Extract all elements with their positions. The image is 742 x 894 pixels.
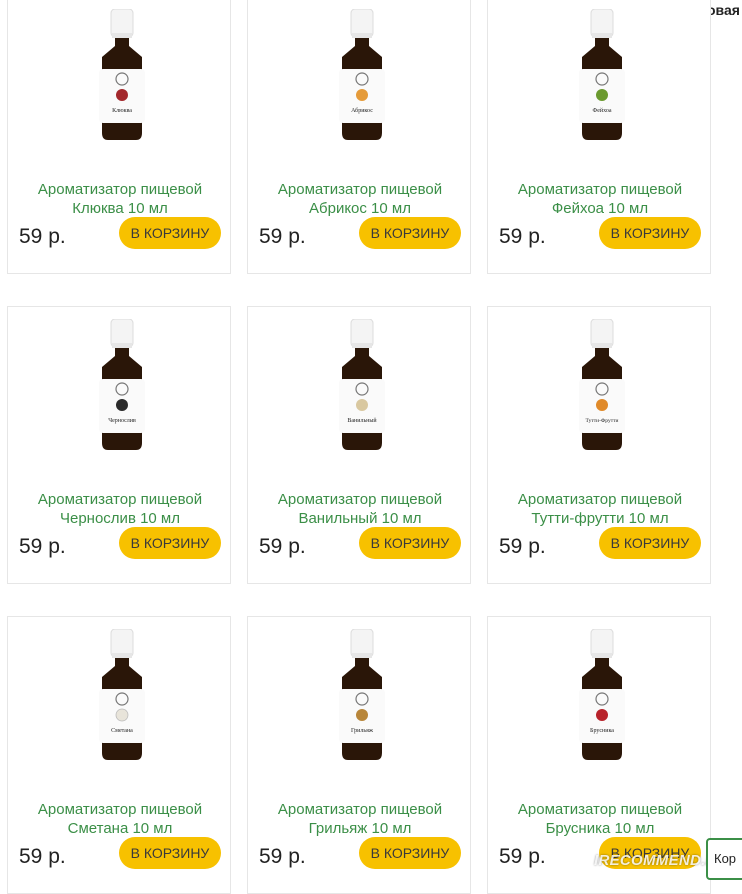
add-to-cart-button[interactable]: В КОРЗИНУ [599, 217, 701, 249]
product-price: 59 р. [259, 225, 306, 248]
add-to-cart-button[interactable]: В КОРЗИНУ [599, 527, 701, 559]
product-card[interactable]: Чернослив Ароматизатор пищевой Чернослив… [7, 306, 231, 584]
product-name-line1[interactable]: Ароматизатор пищевой [248, 180, 472, 199]
product-card[interactable]: Сметана Ароматизатор пищевой Сметана 10 … [7, 616, 231, 894]
product-price: 59 р. [19, 225, 66, 248]
bottle-label-text: Чернослив [108, 418, 136, 424]
product-image[interactable]: Тутти-Фрутти [574, 319, 630, 451]
product-price: 59 р. [259, 535, 306, 558]
product-name-line1[interactable]: Ароматизатор пищевой [488, 490, 712, 509]
add-to-cart-button[interactable]: В КОРЗИНУ [359, 217, 461, 249]
product-price: 59 р. [499, 535, 546, 558]
product-image[interactable]: Фейхоа [574, 9, 630, 141]
product-name-line2[interactable]: Сметана 10 мл [8, 819, 232, 838]
product-name-line1[interactable]: Ароматизатор пищевой [248, 800, 472, 819]
product-name-line1[interactable]: Ароматизатор пищевой [488, 800, 712, 819]
bottle-icon: Чернослив [99, 319, 145, 450]
bottle-label-text: Тутти-Фрутти [586, 418, 619, 424]
product-image[interactable]: Сметана [94, 629, 150, 761]
product-name-line2[interactable]: Тутти-фрутти 10 мл [488, 509, 712, 528]
product-price: 59 р. [259, 845, 306, 868]
product-name[interactable]: Ароматизатор пищевой Ванильный 10 мл [248, 490, 472, 528]
product-name-line2[interactable]: Грильяж 10 мл [248, 819, 472, 838]
cart-edge-button[interactable]: Кор [706, 838, 742, 880]
product-name-line2[interactable]: Ванильный 10 мл [248, 509, 472, 528]
bottle-icon: Ванильный [339, 319, 385, 450]
product-name-line1[interactable]: Ароматизатор пищевой [8, 800, 232, 819]
add-to-cart-button[interactable]: В КОРЗИНУ [119, 527, 221, 559]
bottle-icon: Сметана [99, 629, 145, 760]
product-name-line1[interactable]: Ароматизатор пищевой [248, 490, 472, 509]
bottle-label-text: Грильяж [351, 728, 374, 734]
add-to-cart-button[interactable]: В КОРЗИНУ [119, 217, 221, 249]
product-name[interactable]: Ароматизатор пищевой Фейхоа 10 мл [488, 180, 712, 218]
product-name[interactable]: Ароматизатор пищевой Тутти-фрутти 10 мл [488, 490, 712, 528]
product-card[interactable]: Ванильный Ароматизатор пищевой Ванильный… [247, 306, 471, 584]
bottle-label-text: Ванильный [347, 417, 377, 424]
bottle-label-text: Фейхоа [592, 107, 611, 114]
product-card[interactable]: Грильяж Ароматизатор пищевой Грильяж 10 … [247, 616, 471, 894]
bottle-label-text: Сметана [111, 728, 133, 734]
bottle-label-text: Клюква [112, 108, 132, 114]
product-name[interactable]: Ароматизатор пищевой Чернослив 10 мл [8, 490, 232, 528]
product-name[interactable]: Ароматизатор пищевой Абрикос 10 мл [248, 180, 472, 218]
product-image[interactable]: Грильяж [334, 629, 390, 761]
product-name-line2[interactable]: Клюква 10 мл [8, 199, 232, 218]
product-name-line1[interactable]: Ароматизатор пищевой [8, 490, 232, 509]
product-name-line1[interactable]: Ароматизатор пищевой [8, 180, 232, 199]
product-name-line2[interactable]: Абрикос 10 мл [248, 199, 472, 218]
product-price: 59 р. [499, 845, 546, 868]
product-price: 59 р. [499, 225, 546, 248]
product-card[interactable]: Абрикос Ароматизатор пищевой Абрикос 10 … [247, 0, 471, 274]
product-name[interactable]: Ароматизатор пищевой Брусника 10 мл [488, 800, 712, 838]
product-price: 59 р. [19, 535, 66, 558]
product-card[interactable]: Клюква Ароматизатор пищевой Клюква 10 мл… [7, 0, 231, 274]
add-to-cart-button[interactable]: В КОРЗИНУ [359, 837, 461, 869]
bottle-icon: Грильяж [339, 629, 385, 760]
add-to-cart-button[interactable]: В КОРЗИНУ [359, 527, 461, 559]
product-image[interactable]: Брусника [574, 629, 630, 761]
bottle-label-text: Абрикос [351, 107, 373, 114]
product-name[interactable]: Ароматизатор пищевой Клюква 10 мл [8, 180, 232, 218]
bottle-label-text: Брусника [590, 728, 614, 734]
bottle-icon: Клюква [99, 9, 145, 140]
product-image[interactable]: Клюква [94, 9, 150, 141]
product-name[interactable]: Ароматизатор пищевой Сметана 10 мл [8, 800, 232, 838]
product-card[interactable]: Фейхоа Ароматизатор пищевой Фейхоа 10 мл… [487, 0, 711, 274]
product-name-line2[interactable]: Фейхоа 10 мл [488, 199, 712, 218]
bottle-icon: Абрикос [339, 9, 385, 140]
product-name-line2[interactable]: Чернослив 10 мл [8, 509, 232, 528]
bottle-icon: Брусника [579, 629, 625, 760]
product-name[interactable]: Ароматизатор пищевой Грильяж 10 мл [248, 800, 472, 838]
bottle-icon: Тутти-Фрутти [579, 319, 625, 450]
bottle-icon: Фейхоа [579, 9, 625, 140]
product-image[interactable]: Чернослив [94, 319, 150, 451]
product-price: 59 р. [19, 845, 66, 868]
product-image[interactable]: Ванильный [334, 319, 390, 451]
product-card[interactable]: Тутти-Фрутти Ароматизатор пищевой Тутти-… [487, 306, 711, 584]
add-to-cart-button[interactable]: В КОРЗИНУ [119, 837, 221, 869]
product-image[interactable]: Абрикос [334, 9, 390, 141]
product-name-line1[interactable]: Ароматизатор пищевой [488, 180, 712, 199]
product-name-line2[interactable]: Брусника 10 мл [488, 819, 712, 838]
